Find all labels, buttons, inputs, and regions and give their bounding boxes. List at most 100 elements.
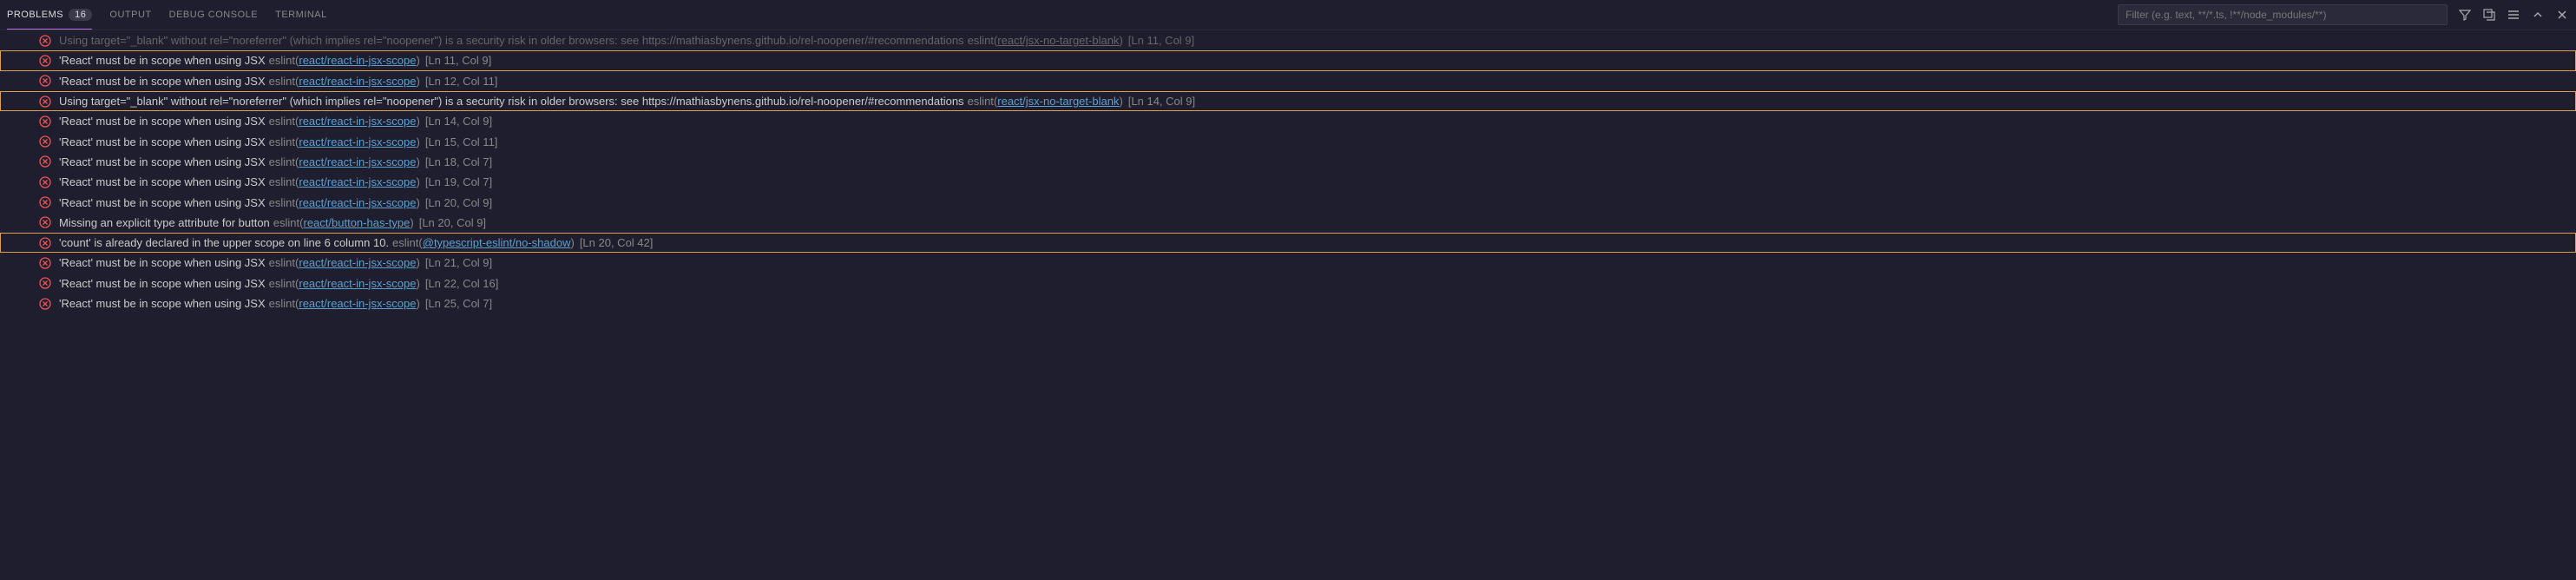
panel-header: PROBLEMS 16 OUTPUT DEBUG CONSOLE TERMINA… xyxy=(0,0,2576,30)
problem-message: 'React' must be in scope when using JSX xyxy=(59,277,266,290)
problem-location: [Ln 21, Col 9] xyxy=(425,256,492,269)
error-icon xyxy=(38,115,52,129)
collapse-all-icon[interactable] xyxy=(2482,8,2496,22)
problem-rule-link[interactable]: react/react-in-jsx-scope xyxy=(299,135,416,148)
problem-row[interactable]: 'count' is already declared in the upper… xyxy=(0,233,2576,253)
problem-message: 'React' must be in scope when using JSX xyxy=(59,135,266,148)
tab-problems[interactable]: PROBLEMS 16 xyxy=(7,1,92,30)
error-icon xyxy=(38,297,52,311)
filter-icon[interactable] xyxy=(2458,8,2472,22)
problem-rule-link[interactable]: react/jsx-no-target-blank xyxy=(997,95,1119,108)
problem-source: eslint xyxy=(269,135,295,148)
problem-row[interactable]: Using target="_blank" without rel="noref… xyxy=(0,91,2576,111)
filter-input[interactable] xyxy=(2118,4,2448,25)
problem-source: eslint xyxy=(968,95,994,108)
problem-row[interactable]: 'React' must be in scope when using JSXe… xyxy=(0,253,2576,273)
problem-message: 'React' must be in scope when using JSX xyxy=(59,115,266,128)
problem-source: eslint xyxy=(269,297,295,310)
problem-row[interactable]: 'React' must be in scope when using JSXe… xyxy=(0,111,2576,131)
problem-message: 'React' must be in scope when using JSX xyxy=(59,297,266,310)
paren-close: ) xyxy=(1119,34,1122,47)
problem-location: [Ln 12, Col 11] xyxy=(425,75,498,88)
paren-close: ) xyxy=(570,236,574,249)
problems-count-badge: 16 xyxy=(69,9,92,21)
problem-location: [Ln 25, Col 7] xyxy=(425,297,492,310)
problem-source: eslint xyxy=(269,115,295,128)
problem-rule-link[interactable]: react/jsx-no-target-blank xyxy=(997,34,1119,47)
problem-source: eslint xyxy=(269,155,295,168)
problem-rule-link[interactable]: react/button-has-type xyxy=(304,216,411,229)
error-icon xyxy=(38,276,52,290)
problem-row[interactable]: 'React' must be in scope when using JSXe… xyxy=(0,50,2576,70)
problem-location: [Ln 20, Col 42] xyxy=(580,236,654,249)
problem-source: eslint xyxy=(269,277,295,290)
problem-rule-link[interactable]: react/react-in-jsx-scope xyxy=(299,256,416,269)
problem-row[interactable]: 'React' must be in scope when using JSXe… xyxy=(0,172,2576,192)
problem-source: eslint xyxy=(269,196,295,209)
problem-source: eslint xyxy=(968,34,994,47)
problem-location: [Ln 22, Col 16] xyxy=(425,277,499,290)
error-icon xyxy=(38,95,52,109)
problem-rule-link[interactable]: react/react-in-jsx-scope xyxy=(299,155,416,168)
problem-source: eslint xyxy=(269,75,295,88)
problem-rule-link[interactable]: react/react-in-jsx-scope xyxy=(299,196,416,209)
problem-source: eslint xyxy=(392,236,418,249)
problem-row[interactable]: Using target="_blank" without rel="noref… xyxy=(0,30,2576,50)
problem-rule-link[interactable]: react/react-in-jsx-scope xyxy=(299,75,416,88)
problem-location: [Ln 11, Col 9] xyxy=(425,54,491,67)
chevron-up-icon[interactable] xyxy=(2531,8,2545,22)
problem-message: 'React' must be in scope when using JSX xyxy=(59,256,266,269)
problem-location: [Ln 11, Col 9] xyxy=(1128,34,1194,47)
problem-rule-link[interactable]: react/react-in-jsx-scope xyxy=(299,115,416,128)
problems-list[interactable]: Using target="_blank" without rel="noref… xyxy=(0,30,2576,580)
problem-location: [Ln 14, Col 9] xyxy=(425,115,492,128)
problem-row[interactable]: 'React' must be in scope when using JSXe… xyxy=(0,293,2576,313)
problem-message: 'React' must be in scope when using JSX xyxy=(59,54,266,67)
problem-location: [Ln 19, Col 7] xyxy=(425,175,492,188)
paren-close: ) xyxy=(416,75,419,88)
problem-message: Using target="_blank" without rel="noref… xyxy=(59,95,964,108)
problem-location: [Ln 15, Col 11] xyxy=(425,135,498,148)
paren-close: ) xyxy=(410,216,413,229)
problem-location: [Ln 20, Col 9] xyxy=(419,216,486,229)
tab-problems-label: PROBLEMS xyxy=(7,10,63,20)
error-icon xyxy=(38,215,52,229)
paren-close: ) xyxy=(416,54,419,67)
paren-close: ) xyxy=(1119,95,1122,108)
problem-message: 'React' must be in scope when using JSX xyxy=(59,196,266,209)
close-icon[interactable] xyxy=(2555,8,2569,22)
problem-rule-link[interactable]: @typescript-eslint/no-shadow xyxy=(423,236,571,249)
error-icon xyxy=(38,54,52,68)
error-icon xyxy=(38,135,52,148)
error-icon xyxy=(38,256,52,270)
error-icon xyxy=(38,195,52,209)
problem-row[interactable]: 'React' must be in scope when using JSXe… xyxy=(0,274,2576,293)
tab-terminal[interactable]: TERMINAL xyxy=(275,2,327,28)
problem-message: 'React' must be in scope when using JSX xyxy=(59,75,266,88)
problem-source: eslint xyxy=(269,175,295,188)
problem-message: 'React' must be in scope when using JSX xyxy=(59,175,266,188)
problem-rule-link[interactable]: react/react-in-jsx-scope xyxy=(299,175,416,188)
problem-row[interactable]: Missing an explicit type attribute for b… xyxy=(0,213,2576,233)
problem-rule-link[interactable]: react/react-in-jsx-scope xyxy=(299,277,416,290)
problem-message: 'React' must be in scope when using JSX xyxy=(59,155,266,168)
header-actions xyxy=(2458,8,2569,22)
tab-output[interactable]: OUTPUT xyxy=(109,2,151,28)
problem-rule-link[interactable]: react/react-in-jsx-scope xyxy=(299,297,416,310)
problem-row[interactable]: 'React' must be in scope when using JSXe… xyxy=(0,71,2576,91)
error-icon xyxy=(38,236,52,250)
problem-message: Missing an explicit type attribute for b… xyxy=(59,216,270,229)
problem-location: [Ln 18, Col 7] xyxy=(425,155,492,168)
problem-source: eslint xyxy=(273,216,299,229)
paren-close: ) xyxy=(416,256,419,269)
error-icon xyxy=(38,155,52,168)
problem-row[interactable]: 'React' must be in scope when using JSXe… xyxy=(0,152,2576,172)
paren-close: ) xyxy=(416,115,419,128)
problem-rule-link[interactable]: react/react-in-jsx-scope xyxy=(299,54,416,67)
problem-message: 'count' is already declared in the upper… xyxy=(59,236,389,249)
problem-row[interactable]: 'React' must be in scope when using JSXe… xyxy=(0,131,2576,151)
tab-debug-console[interactable]: DEBUG CONSOLE xyxy=(169,2,258,28)
problem-row[interactable]: 'React' must be in scope when using JSXe… xyxy=(0,192,2576,212)
view-as-list-icon[interactable] xyxy=(2507,8,2520,22)
paren-close: ) xyxy=(416,277,419,290)
